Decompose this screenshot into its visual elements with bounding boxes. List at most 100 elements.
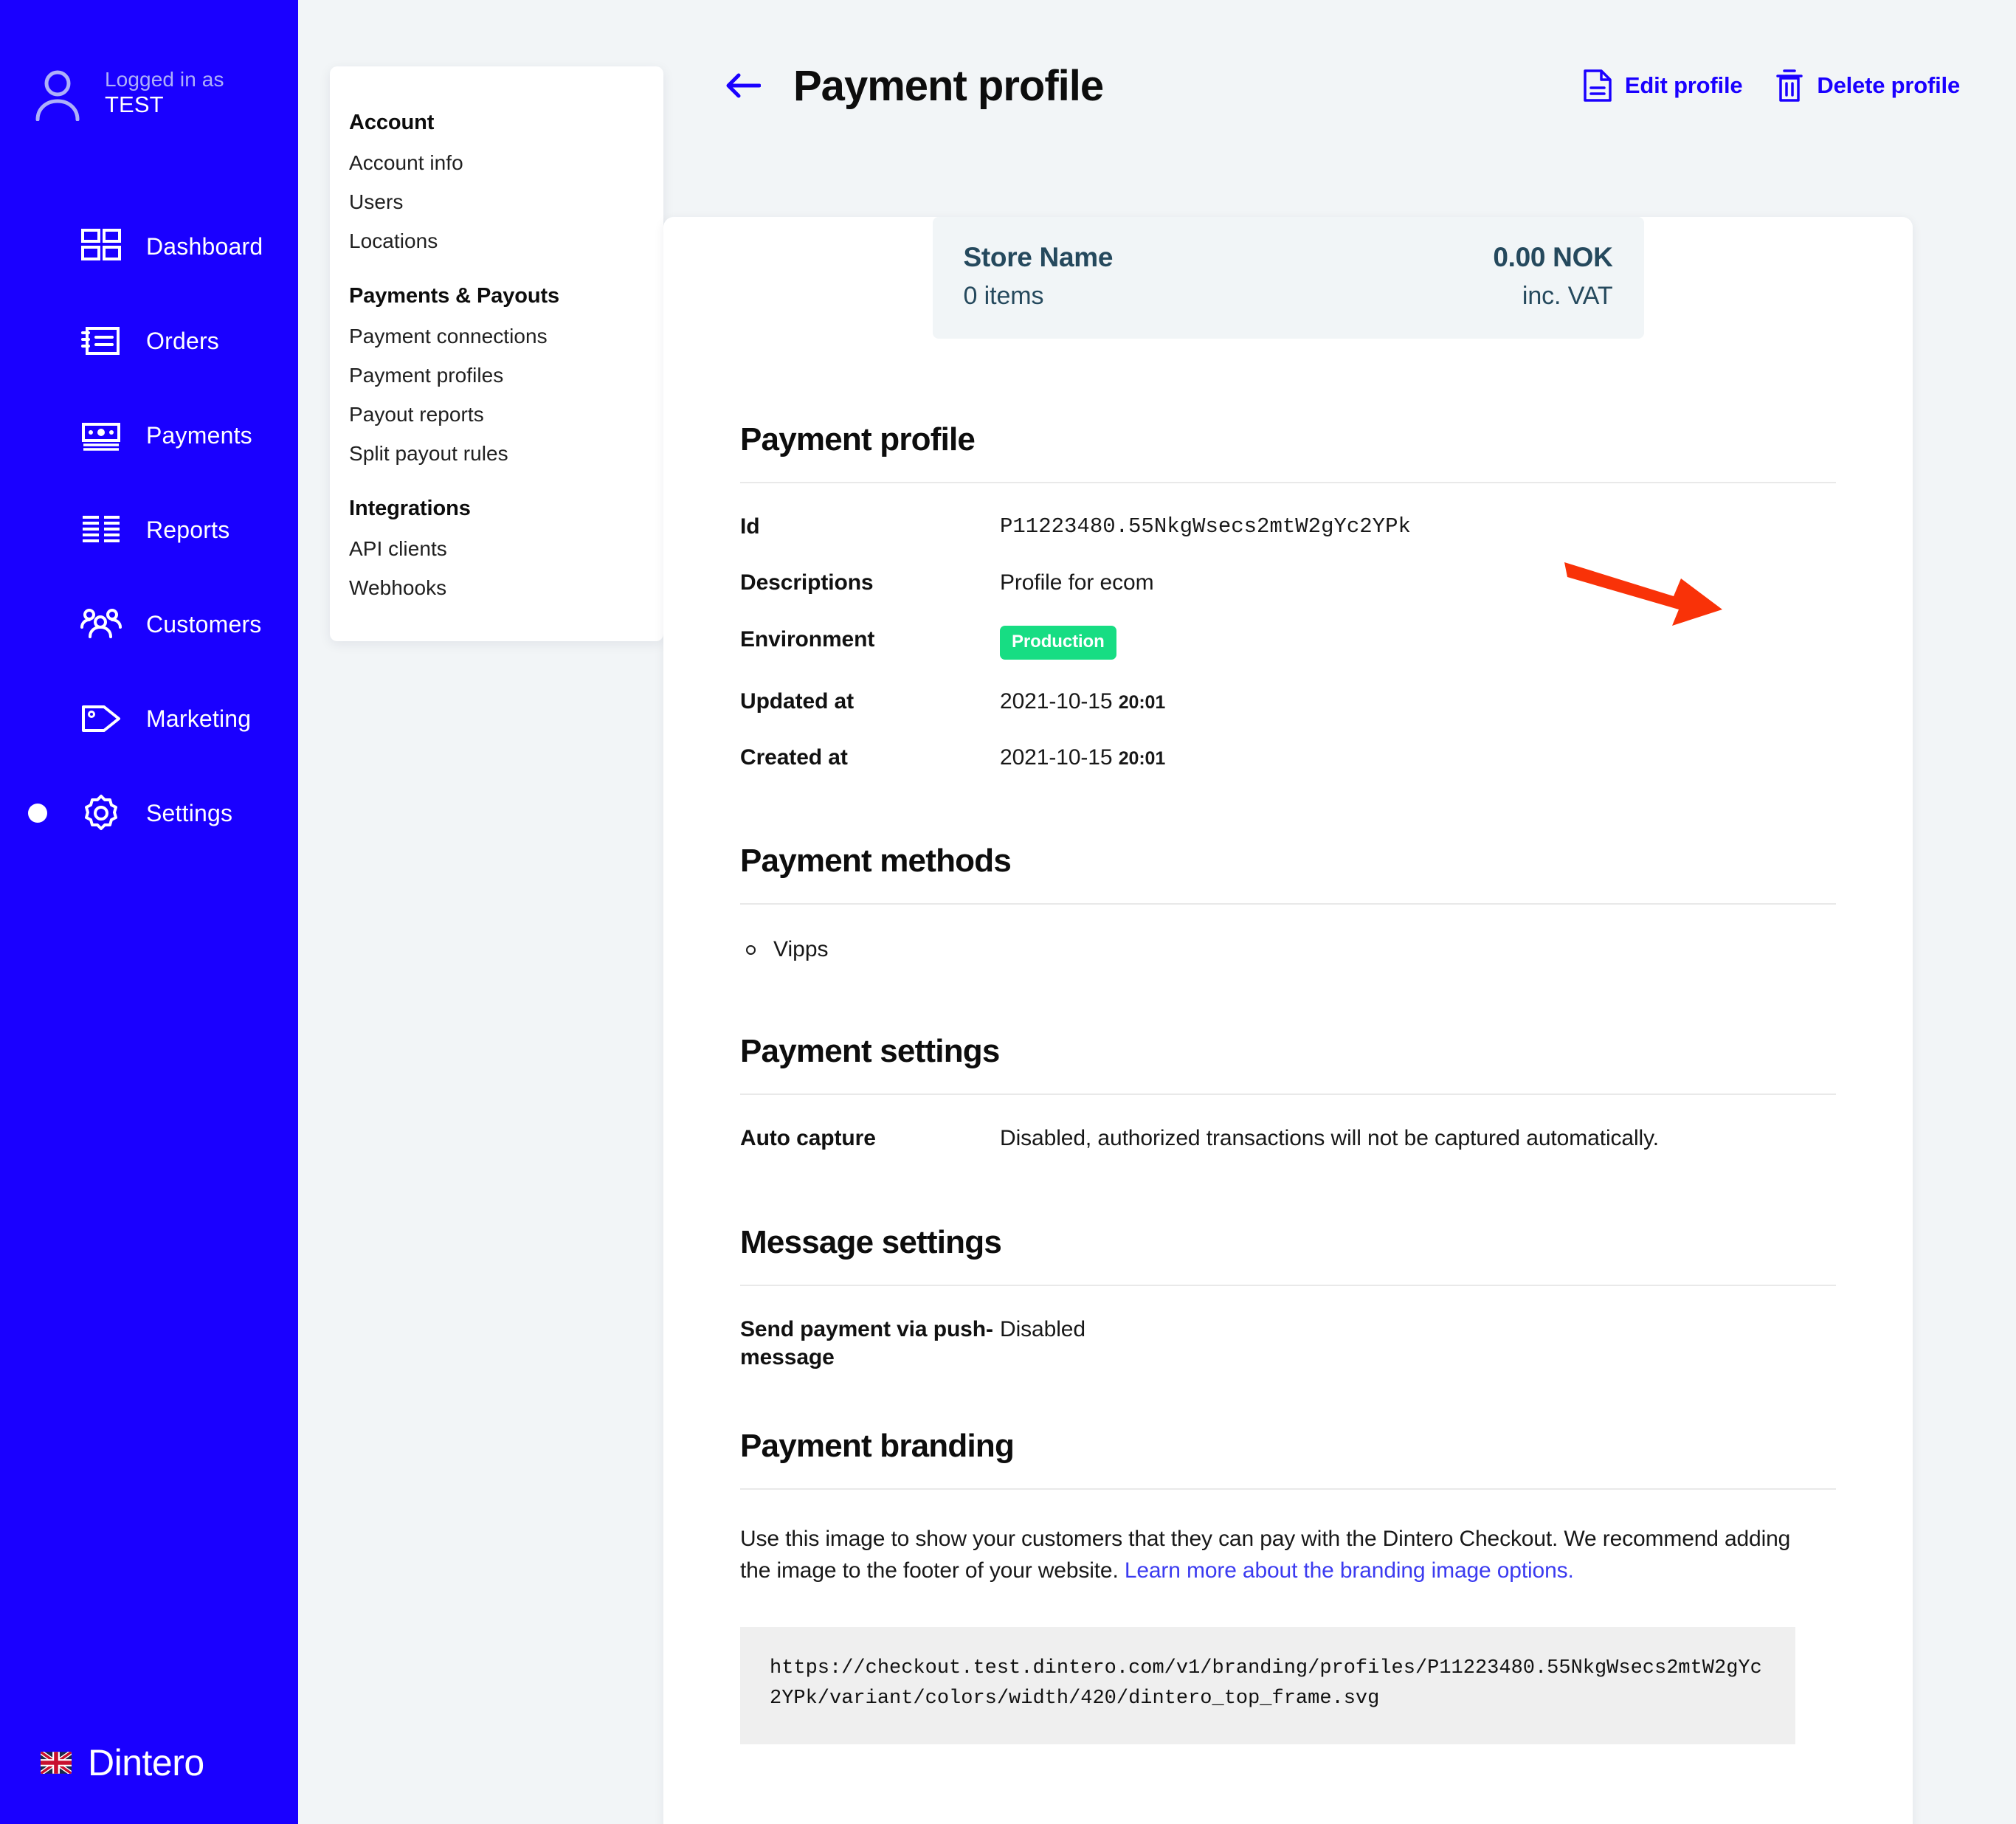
detail-value-push-message: Disabled — [1000, 1316, 1085, 1341]
settings-subnav-wrapper: Account Account info Users Locations Pay… — [298, 0, 663, 1824]
payment-branding-section: Payment branding Use this image to show … — [663, 1428, 1913, 1745]
payment-settings-list: Auto capture Disabled, authorized transa… — [740, 1125, 1836, 1153]
sidebar-item-label: Reports — [146, 516, 230, 543]
subnav-heading: Account — [349, 111, 435, 134]
section-divider — [740, 903, 1836, 905]
brand-name: Dintero — [88, 1742, 204, 1783]
list-item: Vipps — [746, 937, 1836, 962]
logged-in-username: TEST — [105, 91, 164, 118]
sidebar-item-payments[interactable]: Payments — [0, 388, 298, 483]
detail-row-descriptions: Descriptions Profile for ecom — [740, 569, 1836, 597]
primary-sidebar: Logged in as TEST Dashboard Orders Payme… — [0, 0, 298, 1824]
payment-method-list: Vipps — [740, 937, 1836, 962]
reports-bars-icon — [83, 516, 120, 542]
subnav-item-locations[interactable]: Locations — [330, 229, 663, 253]
detail-key: Id — [740, 514, 760, 539]
primary-nav: Dashboard Orders Payments Reports Custom… — [0, 199, 298, 860]
subnav-heading: Payments & Payouts — [349, 284, 560, 308]
payment-method-name: Vipps — [773, 937, 829, 962]
detail-value-updated-at: 2021-10-15 20:01 — [1000, 688, 1165, 716]
uk-flag-icon — [41, 1752, 72, 1774]
subnav-item-payout-reports[interactable]: Payout reports — [330, 403, 663, 442]
sidebar-item-marketing[interactable]: Marketing — [0, 671, 298, 766]
sidebar-item-label: Settings — [146, 799, 233, 826]
subnav-group-account: Account Account info Users Locations — [330, 111, 663, 253]
logged-in-label: Logged in as — [105, 68, 224, 91]
subnav-item-payment-profiles[interactable]: Payment profiles — [330, 364, 663, 403]
created-at-date: 2021-10-15 — [1000, 745, 1113, 770]
updated-at-date: 2021-10-15 — [1000, 688, 1113, 714]
section-title-payment-profile: Payment profile — [740, 421, 976, 457]
user-avatar-icon — [35, 70, 80, 121]
payment-methods-section: Payment methods Vipps — [663, 843, 1913, 962]
branding-url-code-block[interactable]: https://checkout.test.dintero.com/v1/bra… — [740, 1626, 1795, 1745]
subnav-heading: Integrations — [349, 497, 471, 520]
page-header: Payment profile Edit profile Delete prof… — [663, 0, 2016, 171]
detail-row-id: Id P11223480.55NkgWsecs2mtW2gYc2YPk — [740, 513, 1836, 541]
subnav-item-split-payout-rules[interactable]: Split payout rules — [330, 442, 663, 466]
main-content: Payment profile Edit profile Delete prof… — [663, 0, 2016, 1824]
detail-value-created-at: 2021-10-15 20:01 — [1000, 744, 1165, 772]
subnav-item-api-clients[interactable]: API clients — [330, 537, 663, 576]
created-at-time: 20:01 — [1118, 747, 1166, 769]
store-summary-top-row: Store Name 0.00 NOK — [964, 242, 1613, 273]
subnav-item-webhooks[interactable]: Webhooks — [330, 576, 663, 600]
sidebar-item-label: Marketing — [146, 705, 252, 732]
delete-profile-button[interactable]: Delete profile — [1775, 69, 1960, 103]
active-indicator-dot — [28, 804, 47, 823]
section-title-message-settings: Message settings — [740, 1223, 1002, 1260]
sidebar-item-dashboard[interactable]: Dashboard — [0, 199, 298, 294]
detail-value-environment: Production — [1000, 625, 1116, 660]
updated-at-time: 20:01 — [1118, 691, 1166, 713]
section-divider — [740, 482, 1836, 483]
delete-trash-icon — [1776, 69, 1803, 102]
detail-row-push-message: Send payment via push-message Disabled — [740, 1316, 1836, 1372]
subnav-item-users[interactable]: Users — [330, 190, 663, 229]
profile-detail-list: Id P11223480.55NkgWsecs2mtW2gYc2YPk Desc… — [740, 513, 1836, 772]
settings-gear-icon — [85, 795, 117, 830]
sidebar-item-settings[interactable]: Settings — [0, 766, 298, 860]
detail-row-created-at: Created at 2021-10-15 20:01 — [740, 744, 1836, 772]
sidebar-item-label: Payments — [146, 421, 252, 449]
edit-profile-button[interactable]: Edit profile — [1583, 69, 1743, 103]
section-title-payment-settings: Payment settings — [740, 1033, 1000, 1070]
sidebar-item-label: Orders — [146, 327, 219, 354]
branding-learn-more-link[interactable]: Learn more about the branding image opti… — [1125, 1558, 1574, 1583]
sidebar-item-orders[interactable]: Orders — [0, 294, 298, 388]
section-title-payment-branding: Payment branding — [740, 1428, 1015, 1465]
header-actions: Edit profile Delete profile — [1583, 69, 1960, 103]
edit-document-icon — [1584, 69, 1612, 102]
subnav-group-payments-payouts: Payments & Payouts Payment connections P… — [330, 284, 663, 466]
store-total-amount: 0.00 NOK — [1493, 242, 1613, 272]
subnav-group-integrations: Integrations API clients Webhooks — [330, 497, 663, 600]
subnav-item-account-info[interactable]: Account info — [330, 151, 663, 190]
back-arrow-icon[interactable] — [725, 71, 761, 100]
detail-row-auto-capture: Auto capture Disabled, authorized transa… — [740, 1125, 1836, 1153]
brand-footer[interactable]: Dintero — [41, 1741, 204, 1784]
payment-profile-section: Payment profile Id P11223480.55NkgWsecs2… — [663, 421, 1913, 772]
detail-value-auto-capture: Disabled, authorized transactions will n… — [1000, 1126, 1660, 1151]
detail-key: Send payment via push-message — [740, 1316, 993, 1370]
message-settings-list: Send payment via push-message Disabled — [740, 1316, 1836, 1372]
page-title: Payment profile — [793, 61, 1104, 110]
store-item-count: 0 items — [963, 282, 1044, 310]
sidebar-item-customers[interactable]: Customers — [0, 577, 298, 671]
subnav-item-payment-connections[interactable]: Payment connections — [330, 325, 663, 364]
profile-content-card: Store Name 0.00 NOK 0 items inc. VAT Pay… — [663, 217, 1913, 1824]
orders-list-icon — [81, 327, 120, 355]
payments-banknote-icon — [82, 423, 120, 451]
sidebar-item-label: Dashboard — [146, 232, 263, 260]
store-name: Store Name — [963, 242, 1114, 272]
status-badge: Production — [1000, 625, 1116, 660]
detail-key: Created at — [740, 745, 848, 770]
branding-description: Use this image to show your customers th… — [740, 1524, 1795, 1586]
payment-settings-section: Payment settings Auto capture Disabled, … — [663, 1033, 1913, 1153]
detail-key: Environment — [740, 626, 875, 652]
detail-value-id: P11223480.55NkgWsecs2mtW2gYc2YPk — [1000, 514, 1411, 539]
section-title-payment-methods: Payment methods — [740, 843, 1012, 880]
section-divider — [740, 1284, 1836, 1286]
logged-in-user-block[interactable]: Logged in as TEST — [0, 0, 298, 121]
edit-profile-label: Edit profile — [1624, 72, 1743, 98]
detail-row-environment: Environment Production — [740, 625, 1836, 660]
sidebar-item-reports[interactable]: Reports — [0, 483, 298, 577]
